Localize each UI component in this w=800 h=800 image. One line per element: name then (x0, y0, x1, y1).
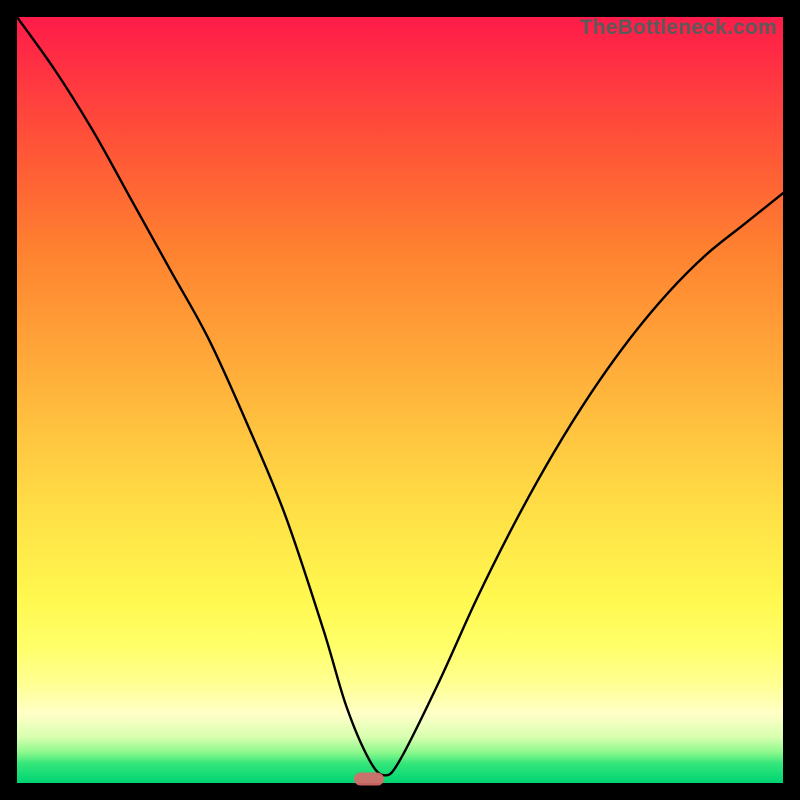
curve-line (17, 17, 783, 783)
minimum-marker (354, 773, 384, 786)
chart-area: TheBottleneck.com (17, 17, 783, 783)
